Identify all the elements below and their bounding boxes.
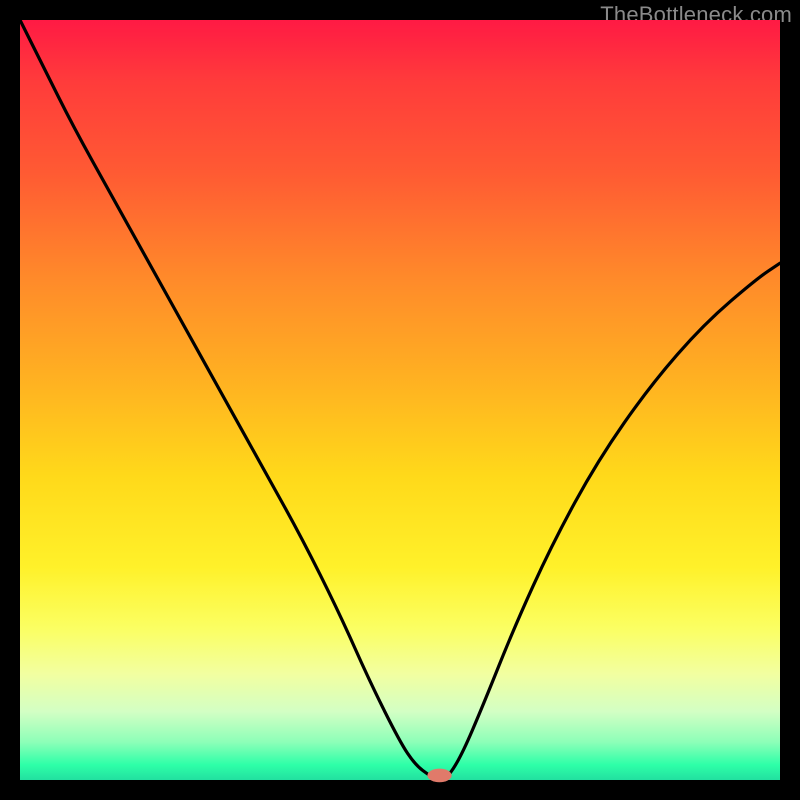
chart-frame: TheBottleneck.com: [0, 0, 800, 800]
plot-area: [20, 20, 780, 780]
bottleneck-curve-line: [20, 20, 780, 780]
chart-svg: [20, 20, 780, 780]
minimum-marker: [427, 769, 451, 783]
